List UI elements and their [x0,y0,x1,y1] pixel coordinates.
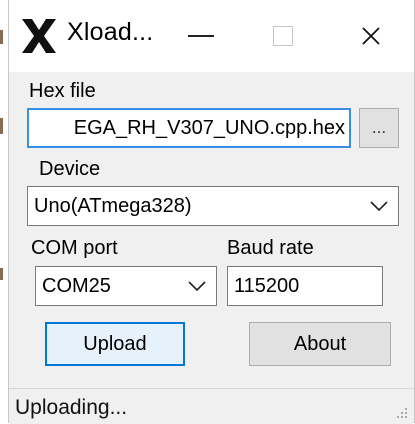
xloader-window: Xload... Hex file EGA_RH_V307_UNO.cpp.he… [8,0,415,424]
about-button[interactable]: About [249,322,391,366]
hex-file-value: EGA_RH_V307_UNO.cpp.hex [73,116,345,139]
com-port-selected-value: COM25 [42,274,111,297]
edge-mark [0,30,3,44]
device-selected-value: Uno(ATmega328) [34,194,192,217]
status-text: Uploading... [15,396,128,419]
x-logo-icon [22,19,56,53]
minimize-button[interactable] [157,0,245,72]
background-edge [0,0,4,423]
chevron-down-icon [370,201,388,211]
com-port-label: COM port [31,237,118,259]
hex-file-input[interactable]: EGA_RH_V307_UNO.cpp.hex [27,108,351,148]
close-icon [362,27,380,45]
minimize-icon [188,35,214,37]
status-bar: Uploading... [9,388,414,424]
maximize-icon [273,26,293,46]
upload-button[interactable]: Upload [45,322,185,366]
maximize-button[interactable] [239,0,327,72]
com-port-select[interactable]: COM25 [35,266,217,306]
baud-rate-input[interactable]: 115200 [227,266,383,306]
edge-mark [0,118,3,134]
window-title: Xload... [67,18,154,46]
device-label: Device [39,158,101,180]
title-bar[interactable]: Xload... [9,0,414,72]
hex-file-label: Hex file [29,80,96,102]
resize-grip-icon[interactable] [394,406,408,420]
chevron-down-icon [188,281,206,291]
edge-mark [0,268,3,280]
close-button[interactable] [327,0,415,72]
baud-rate-label: Baud rate [227,237,314,259]
baud-rate-value: 115200 [234,274,300,297]
device-select[interactable]: Uno(ATmega328) [27,186,399,226]
browse-button[interactable]: ... [359,108,399,148]
